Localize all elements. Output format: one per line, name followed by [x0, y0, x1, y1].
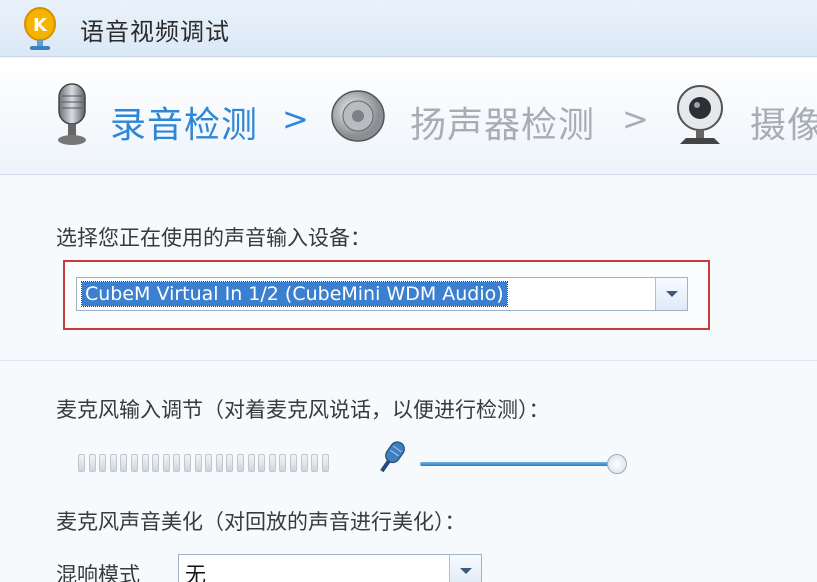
- input-device-select[interactable]: CubeM Virtual In 1/2 (CubeMini WDM Audio…: [76, 277, 688, 311]
- step-navigation: 录音检测 > 扬声器检测 > 摄像: [0, 58, 817, 175]
- title-bar: K 语音视频调试: [0, 0, 817, 57]
- meter-segment: [88, 454, 96, 472]
- beautify-label: 麦克风声音美化（对回放的声音进行美化）：: [56, 510, 466, 534]
- content-panel: 选择您正在使用的声音输入设备： CubeM Virtual In 1/2 (Cu…: [0, 176, 817, 582]
- step-camera-test[interactable]: 摄像: [750, 96, 817, 148]
- meter-segment: [237, 454, 244, 472]
- input-device-value: CubeM Virtual In 1/2 (CubeMini WDM Audio…: [81, 281, 508, 307]
- meter-segment: [99, 454, 107, 472]
- meter-segment: [279, 454, 287, 472]
- meter-segment: [258, 454, 266, 472]
- meter-segment: [162, 454, 170, 472]
- input-device-label: 选择您正在使用的声音输入设备：: [56, 226, 371, 250]
- meter-segment: [141, 454, 149, 472]
- meter-segment: [215, 454, 223, 472]
- meter-segment: [120, 454, 128, 472]
- reverb-mode-value: 无: [185, 563, 206, 582]
- svg-text:K: K: [33, 15, 48, 36]
- meter-segment: [311, 454, 319, 472]
- step-arrow: >: [282, 100, 309, 138]
- meter-segment: [194, 454, 202, 472]
- mic-volume-slider-thumb[interactable]: [607, 454, 627, 474]
- meter-segment: [247, 454, 255, 472]
- meter-segment: [131, 454, 138, 472]
- mic-volume-slider-track[interactable]: [420, 462, 620, 466]
- step-arrow: >: [622, 100, 649, 138]
- mic-adjust-label: 麦克风输入调节（对着麦克风说话，以便进行检测）：: [56, 398, 550, 422]
- step-speaker-test[interactable]: 扬声器检测: [410, 96, 595, 148]
- chevron-down-icon[interactable]: [449, 555, 481, 582]
- app-logo-icon: K: [24, 7, 56, 50]
- meter-segment: [184, 454, 191, 472]
- reverb-mode-label: 混响模式: [56, 563, 140, 582]
- meter-segment: [152, 454, 160, 472]
- meter-segment: [109, 454, 117, 472]
- meter-segment: [300, 454, 308, 472]
- step-record-test[interactable]: 录音检测: [110, 96, 258, 148]
- meter-segment: [290, 454, 297, 472]
- meter-segment: [78, 454, 85, 472]
- meter-segment: [173, 454, 181, 472]
- meter-segment: [205, 454, 213, 472]
- mic-volume-icon: [380, 441, 405, 473]
- reverb-mode-select[interactable]: 无: [178, 554, 482, 582]
- speaker-icon: [331, 90, 385, 142]
- webcam-icon: [677, 85, 723, 144]
- meter-segment: [226, 454, 234, 472]
- section-divider: [0, 360, 817, 361]
- input-device-highlight: CubeM Virtual In 1/2 (CubeMini WDM Audio…: [63, 260, 710, 330]
- window-title: 语音视频调试: [80, 18, 230, 46]
- meter-segment: [321, 454, 329, 472]
- chevron-down-icon[interactable]: [655, 278, 687, 310]
- meter-segment: [268, 454, 276, 472]
- microphone-icon: [58, 83, 86, 145]
